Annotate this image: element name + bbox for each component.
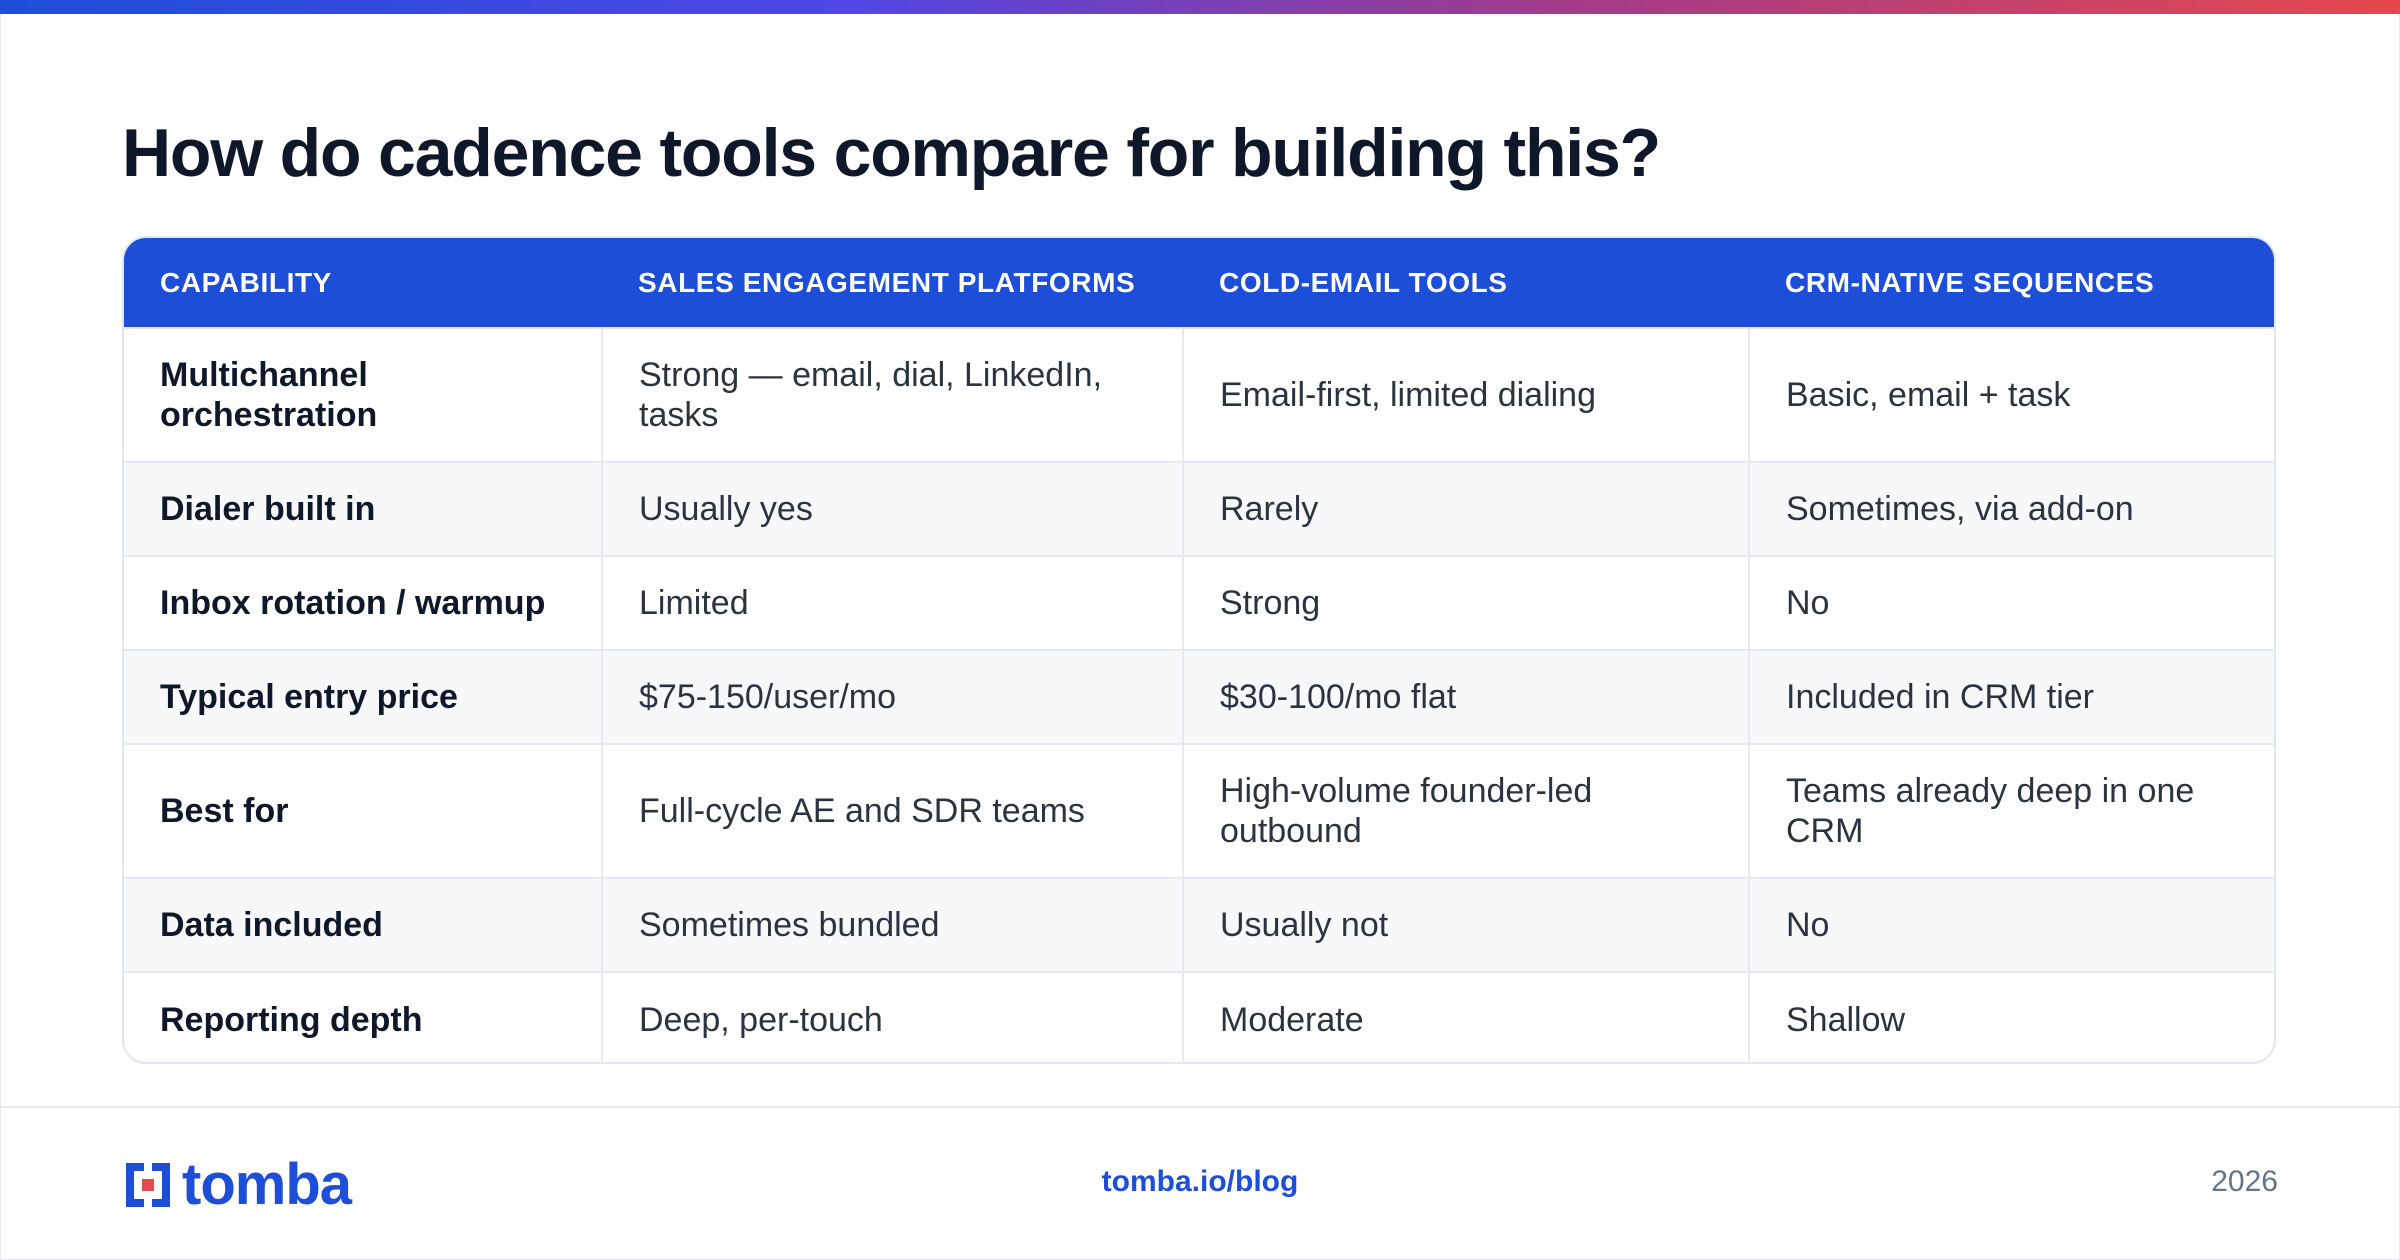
table-cell: Basic, email + task (1748, 327, 2274, 462)
table-cell: Sometimes, via add-on (1748, 461, 2274, 556)
table-cell: High-volume founder-led outbound (1182, 743, 1749, 878)
table-row: Best for Full-cycle AE and SDR teams Hig… (124, 743, 2274, 878)
page-title: How do cadence tools compare for buildin… (122, 115, 1661, 191)
row-label: Best for (124, 743, 602, 878)
table-cell: Included in CRM tier (1748, 649, 2274, 744)
table-cell: Shallow (1748, 971, 2274, 1062)
header-crm-native-sequences: CRM-NATIVE SEQUENCES (1785, 266, 2155, 298)
header-capability: CAPABILITY (160, 266, 332, 298)
table-cell: Rarely (1182, 461, 1749, 556)
table-cell: Limited (601, 555, 1183, 650)
footer-divider (0, 1106, 2400, 1108)
table-cell: Sometimes bundled (601, 877, 1183, 972)
table-row: Typical entry price $75-150/user/mo $30-… (124, 649, 2274, 744)
header-sales-engagement-platforms: SALES ENGAGEMENT PLATFORMS (638, 266, 1136, 298)
table-cell: No (1748, 555, 2274, 650)
footer-year: 2026 (2211, 1165, 2278, 1198)
table-cell: Teams already deep in one CRM (1748, 743, 2274, 878)
table-cell: No (1748, 877, 2274, 972)
header-cold-email-tools: COLD-EMAIL TOOLS (1219, 266, 1508, 298)
table-cell: Usually yes (601, 461, 1183, 556)
table-cell: Usually not (1182, 877, 1749, 972)
row-label: Dialer built in (124, 461, 602, 556)
table-cell: Moderate (1182, 971, 1749, 1062)
blog-link[interactable]: tomba.io/blog (0, 1165, 2400, 1199)
table-row: Inbox rotation / warmup Limited Strong N… (124, 555, 2274, 650)
table-cell: Deep, per-touch (601, 971, 1183, 1062)
row-label: Inbox rotation / warmup (124, 555, 602, 650)
row-label: Data included (124, 877, 602, 972)
row-label: Typical entry price (124, 649, 602, 744)
table-row: Dialer built in Usually yes Rarely Somet… (124, 461, 2274, 556)
comparison-table-card: CAPABILITY SALES ENGAGEMENT PLATFORMS CO… (122, 236, 2276, 1064)
table-row: Reporting depth Deep, per-touch Moderate… (124, 971, 2274, 1062)
table-cell: $30-100/mo flat (1182, 649, 1749, 744)
table-cell: Strong — email, dial, LinkedIn, tasks (601, 327, 1183, 462)
gradient-top-bar (0, 0, 2400, 14)
table-row: Multichannel orchestration Strong — emai… (124, 327, 2274, 462)
table-cell: Email-first, limited dialing (1182, 327, 1749, 462)
table-header-row: CAPABILITY SALES ENGAGEMENT PLATFORMS CO… (124, 238, 2274, 328)
table-row: Data included Sometimes bundled Usually … (124, 877, 2274, 972)
row-label: Reporting depth (124, 971, 602, 1062)
comparison-table: CAPABILITY SALES ENGAGEMENT PLATFORMS CO… (124, 238, 2274, 1062)
table-cell: Strong (1182, 555, 1749, 650)
table-cell: Full-cycle AE and SDR teams (601, 743, 1183, 878)
table-cell: $75-150/user/mo (601, 649, 1183, 744)
row-label: Multichannel orchestration (124, 327, 602, 462)
